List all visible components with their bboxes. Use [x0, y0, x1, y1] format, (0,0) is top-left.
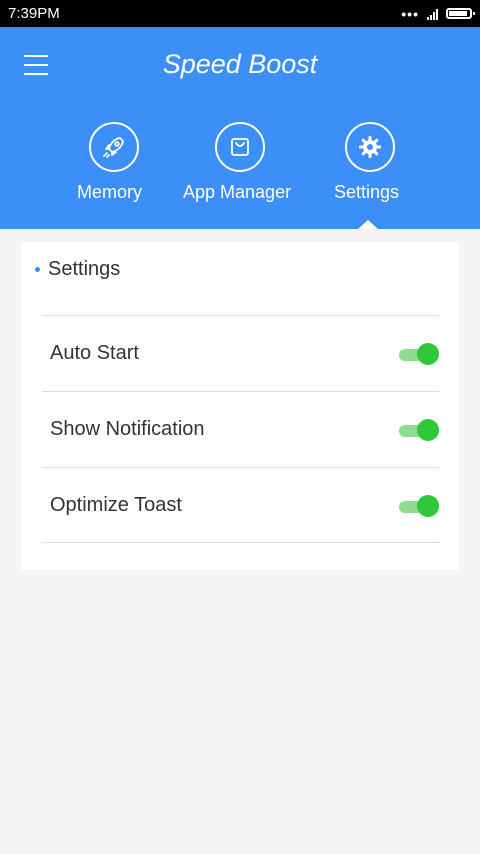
- settings-card: Settings Auto Start Show Notification Op…: [21, 242, 459, 570]
- setting-label-auto-start: Auto Start: [50, 342, 139, 364]
- setting-label-optimize-toast: Optimize Toast: [50, 494, 182, 516]
- tab-label-app-manager: App Manager: [183, 182, 292, 202]
- tab-label-memory: Memory: [77, 182, 143, 202]
- setting-label-show-notification: Show Notification: [50, 418, 205, 440]
- tab-settings[interactable]: Settings: [334, 122, 399, 203]
- shopping-bag-icon: [215, 122, 266, 172]
- status-bar: 7:39PM •••: [0, 0, 480, 27]
- app-title: Speed Boost: [162, 49, 318, 79]
- show-notification-toggle[interactable]: [399, 418, 439, 441]
- tab-app-manager[interactable]: App Manager: [183, 122, 291, 203]
- setting-row-show-notification[interactable]: Show Notification: [42, 392, 439, 467]
- optimize-toast-toggle[interactable]: [399, 494, 439, 517]
- tab-memory[interactable]: Memory: [77, 122, 142, 203]
- tab-label-settings: Settings: [334, 182, 400, 202]
- section-title: Settings: [48, 258, 121, 280]
- tab-bar: Memory App Manager Settings: [0, 122, 480, 212]
- more-dots-icon: •••: [401, 5, 419, 22]
- setting-row-auto-start[interactable]: Auto Start: [42, 316, 439, 391]
- rocket-icon: [88, 122, 139, 172]
- divider: [42, 542, 439, 543]
- auto-start-toggle[interactable]: [399, 342, 439, 365]
- app-header: Speed Boost Memory App Manager Settings: [0, 27, 480, 229]
- setting-row-optimize-toast[interactable]: Optimize Toast: [42, 468, 439, 543]
- active-tab-indicator: [358, 220, 378, 229]
- section-header: Settings: [35, 258, 120, 281]
- battery-icon: [446, 8, 475, 19]
- status-icons: •••: [401, 5, 475, 22]
- gear-icon: [345, 122, 396, 172]
- signal-icon: [427, 8, 438, 20]
- bullet-icon: [35, 267, 40, 272]
- status-time: 7:39PM: [8, 5, 60, 22]
